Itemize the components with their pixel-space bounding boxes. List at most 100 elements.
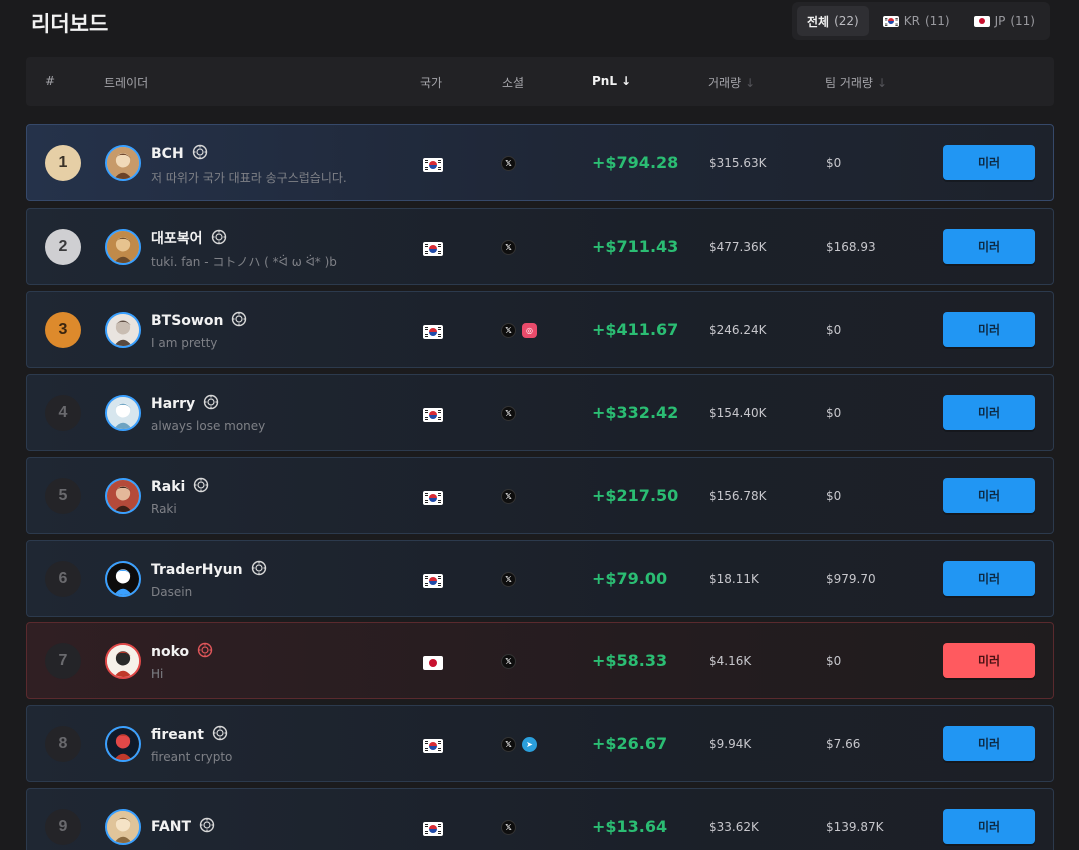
column-pnl[interactable]: PnL ↓ <box>592 74 631 88</box>
trader-name[interactable]: 대포복어 <box>151 228 227 248</box>
volume-value: $33.62K <box>709 820 759 834</box>
trader-name[interactable]: TraderHyun <box>151 560 267 578</box>
country-cell <box>423 737 443 755</box>
avatar[interactable] <box>105 643 141 679</box>
trader-name[interactable]: BCH <box>151 144 208 162</box>
pnl-value: +$711.43 <box>592 237 679 256</box>
country-cell <box>423 240 443 258</box>
mirror-button[interactable]: 미러 <box>943 312 1035 347</box>
tier-badge-icon <box>199 817 215 833</box>
volume-value: $246.24K <box>709 323 767 337</box>
x-social-icon[interactable]: 𝕏 <box>501 654 516 669</box>
trader-name-text: Harry <box>151 396 196 412</box>
filter-tab-label: JP <box>994 14 1006 28</box>
volume-value: $154.40K <box>709 406 767 420</box>
volume-value: $18.11K <box>709 572 759 586</box>
jp-flag-icon <box>973 15 990 27</box>
social-links: 𝕏 <box>501 406 516 421</box>
mirror-button[interactable]: 미러 <box>943 561 1035 596</box>
trader-bio: 저 따위가 국가 대표라 송구스럽습니다. <box>151 171 347 185</box>
pnl-value: +$13.64 <box>592 817 668 836</box>
team-volume-value: $0 <box>826 323 842 337</box>
x-social-icon[interactable]: 𝕏 <box>501 820 516 835</box>
pnl-value: +$332.42 <box>592 403 679 422</box>
avatar[interactable] <box>105 395 141 431</box>
rank-badge: 2 <box>45 229 81 265</box>
trader-name-text: TraderHyun <box>151 562 243 578</box>
column-team-volume-label: 팀 거래량 <box>825 76 873 90</box>
avatar[interactable] <box>105 726 141 762</box>
rank-badge: 9 <box>45 809 81 845</box>
country-cell <box>423 489 443 507</box>
x-social-icon[interactable]: 𝕏 <box>501 489 516 504</box>
column-social: 소셜 <box>502 76 525 90</box>
trader-name[interactable]: FANT <box>151 817 215 835</box>
filter-tab-label: KR <box>903 14 920 28</box>
x-social-icon[interactable]: 𝕏 <box>501 323 516 338</box>
mirror-button[interactable]: 미러 <box>943 478 1035 513</box>
team-volume-value: $979.70 <box>826 572 876 586</box>
social-links: 𝕏 <box>501 572 516 587</box>
trader-name-text: BTSowon <box>151 313 224 329</box>
country-filter: 전체 (22) KR (11) JP (11) <box>791 2 1050 40</box>
tier-badge-icon <box>197 642 213 658</box>
rank-badge: 4 <box>45 395 81 431</box>
social-links: 𝕏 <box>501 654 516 669</box>
avatar[interactable] <box>105 312 141 348</box>
trader-name-text: fireant <box>151 727 204 743</box>
country-cell <box>423 572 443 590</box>
tier-badge-icon <box>193 477 209 493</box>
tier-badge-icon <box>192 144 208 160</box>
trader-name-text: noko <box>151 644 190 660</box>
trader-bio: Hi <box>151 667 164 681</box>
rank-badge: 5 <box>45 478 81 514</box>
kr-flag-icon <box>423 241 443 256</box>
avatar-image-icon <box>107 147 139 179</box>
mirror-button[interactable]: 미러 <box>943 643 1035 678</box>
volume-value: $477.36K <box>709 240 767 254</box>
trader-name[interactable]: Raki <box>151 477 209 495</box>
x-social-icon[interactable]: 𝕏 <box>501 737 516 752</box>
social-links: 𝕏 ◎ <box>501 323 537 338</box>
avatar[interactable] <box>105 809 141 845</box>
avatar[interactable] <box>105 478 141 514</box>
trader-name[interactable]: BTSowon <box>151 311 247 329</box>
filter-tab-count: (22) <box>834 14 859 28</box>
column-volume[interactable]: 거래량 ↓ <box>708 74 755 91</box>
filter-tab-label: 전체 <box>806 14 830 29</box>
instagram-icon[interactable]: ◎ <box>522 323 537 338</box>
trader-name-text: Raki <box>151 479 186 495</box>
x-social-icon[interactable]: 𝕏 <box>501 572 516 587</box>
x-social-icon[interactable]: 𝕏 <box>501 406 516 421</box>
table-header: # 트레이더 국가 소셜 PnL ↓ 거래량 ↓ 팀 거래량 ↓ <box>26 57 1054 106</box>
x-social-icon[interactable]: 𝕏 <box>501 156 516 171</box>
column-team-volume[interactable]: 팀 거래량 ↓ <box>825 74 887 91</box>
avatar[interactable] <box>105 561 141 597</box>
mirror-button[interactable]: 미러 <box>943 726 1035 761</box>
mirror-button[interactable]: 미러 <box>943 809 1035 844</box>
mirror-button[interactable]: 미러 <box>943 229 1035 264</box>
trader-name[interactable]: fireant <box>151 725 228 743</box>
volume-value: $315.63K <box>709 156 767 170</box>
x-social-icon[interactable]: 𝕏 <box>501 240 516 255</box>
table-row: 4 Harry always lose money 𝕏 +$332.42 $15… <box>26 374 1054 451</box>
social-links: 𝕏 <box>501 820 516 835</box>
avatar[interactable] <box>105 145 141 181</box>
trader-name[interactable]: Harry <box>151 394 219 412</box>
volume-value: $156.78K <box>709 489 767 503</box>
pnl-value: +$79.00 <box>592 569 668 588</box>
telegram-icon[interactable]: ➤ <box>522 737 537 752</box>
avatar-image-icon <box>107 645 139 677</box>
mirror-button[interactable]: 미러 <box>943 395 1035 430</box>
page-title: 리더보드 <box>31 12 109 36</box>
filter-tab-all[interactable]: 전체 (22) <box>796 6 869 36</box>
trader-name[interactable]: noko <box>151 642 213 660</box>
team-volume-value: $0 <box>826 156 842 170</box>
kr-flag-icon <box>423 573 443 588</box>
filter-tab-kr[interactable]: KR (11) <box>873 6 960 36</box>
mirror-button[interactable]: 미러 <box>943 145 1035 180</box>
avatar[interactable] <box>105 229 141 265</box>
kr-flag-icon <box>423 324 443 339</box>
filter-tab-jp[interactable]: JP (11) <box>964 6 1045 36</box>
table-row: 8 fireant fireant crypto 𝕏 ➤ +$26.67 $9.9… <box>26 705 1054 782</box>
